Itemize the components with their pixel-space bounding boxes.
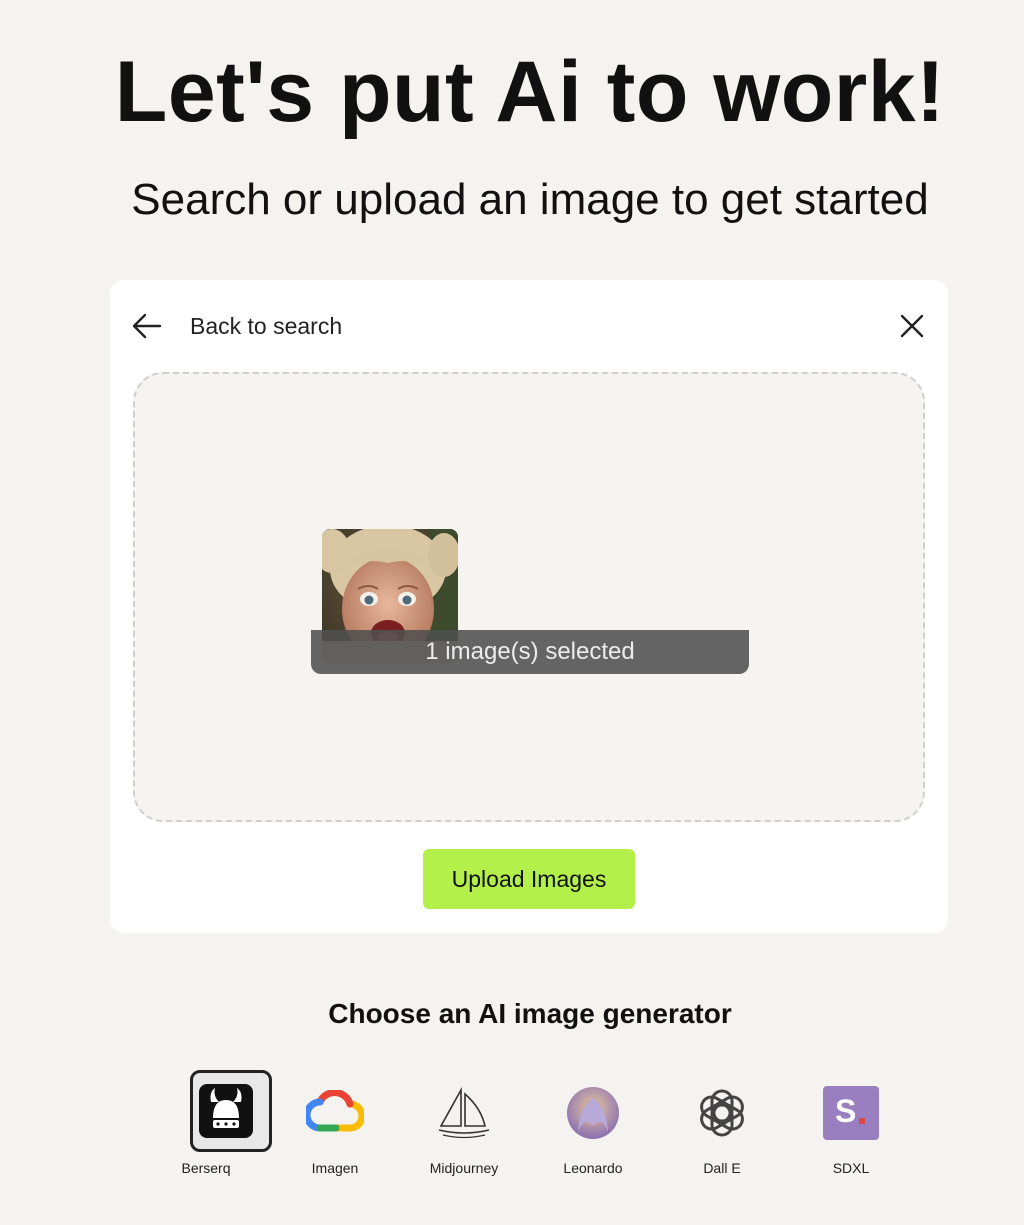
generator-dall-e[interactable]: Dall E — [662, 1070, 782, 1180]
back-to-search-button[interactable]: Back to search — [130, 308, 342, 344]
generator-name: Midjourney — [429, 1160, 499, 1176]
generator-name: Dall E — [703, 1160, 741, 1176]
midjourney-sailboat-icon — [435, 1084, 493, 1142]
generator-heading: Choose an AI image generator — [328, 998, 732, 1029]
generator-midjourney[interactable]: Midjourney — [404, 1070, 524, 1180]
berserq-logo-icon — [197, 1082, 255, 1140]
generator-name: Leonardo — [563, 1160, 623, 1176]
selection-status-bar: 1 image(s) selected — [311, 630, 749, 674]
upload-images-button[interactable]: Upload Images — [423, 849, 635, 909]
arrow-left-icon — [132, 313, 162, 339]
generator-name: Imagen — [311, 1160, 359, 1176]
upload-card: Back to search 1 image(s) selected Uploa… — [110, 280, 948, 933]
generator-imagen[interactable]: Imagen — [275, 1070, 395, 1180]
sdxl-s-icon: S — [822, 1084, 880, 1142]
leonardo-avatar-icon — [564, 1084, 622, 1142]
generator-berserq[interactable]: Berserq — [146, 1070, 272, 1180]
close-icon[interactable] — [896, 310, 928, 342]
generator-leonardo[interactable]: Leonardo — [533, 1070, 653, 1180]
page-subtitle: Search or upload an image to get started — [131, 175, 929, 224]
image-dropzone[interactable]: 1 image(s) selected — [133, 372, 925, 822]
openai-knot-icon — [693, 1084, 751, 1142]
generator-name: SDXL — [832, 1160, 870, 1176]
page-title: Let's put Ai to work! — [114, 44, 946, 140]
back-to-search-label: Back to search — [190, 312, 343, 339]
generator-list: Berserq Imagen Midjourney Leonardo Dall … — [0, 1070, 1024, 1180]
google-cloud-icon — [306, 1084, 364, 1142]
sdxl-logo-letter: S — [835, 1093, 857, 1129]
generator-name: Berserq — [181, 1160, 231, 1176]
generator-sdxl[interactable]: S SDXL — [791, 1070, 911, 1180]
